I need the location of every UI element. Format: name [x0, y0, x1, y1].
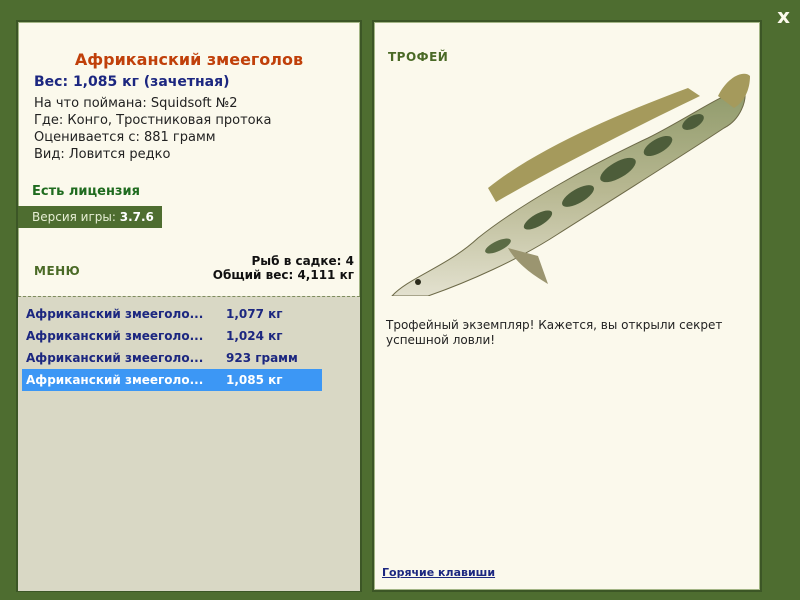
fish-title: Африканский змееголов [74, 50, 304, 69]
catch-row[interactable]: Африканский змееголо... 923 грамм [22, 347, 322, 369]
catch-name: Африканский змееголо... [26, 351, 204, 365]
catch-row[interactable]: Африканский змееголо... 1,077 кг [22, 303, 322, 325]
hotkeys-link[interactable]: Горячие клавиши [382, 566, 495, 579]
catch-stats: Рыб в садке: 4 Общий вес: 4,111 кг [213, 254, 354, 282]
catch-row[interactable]: Африканский змееголо... 1,024 кг [22, 325, 322, 347]
menu-button[interactable]: МЕНЮ [34, 264, 80, 278]
fish-bait: На что поймана: Squidsoft №2 [34, 96, 238, 111]
version-value: 3.7.6 [119, 210, 154, 224]
license-status: Есть лицензия [32, 184, 140, 199]
version-badge: Версия игры: 3.7.6 [18, 206, 162, 228]
fish-estimated: Оценивается с: 881 грамм [34, 130, 216, 145]
catch-list: Африканский змееголо... 1,077 кг Африкан… [18, 296, 360, 591]
total-weight: Общий вес: 4,111 кг [212, 268, 354, 282]
catch-weight: 1,085 кг [226, 373, 283, 387]
fish-rarity: Вид: Ловится редко [34, 147, 171, 162]
snakehead-fish-image [391, 73, 750, 296]
catch-weight: 1,024 кг [226, 329, 283, 343]
fish-info-panel: Африканский змееголов Вес: 1,085 кг (зач… [16, 20, 362, 592]
catch-weight: 1,077 кг [226, 307, 283, 321]
version-label: Версия игры: [32, 210, 116, 224]
fish-location: Где: Конго, Тростниковая протока [34, 113, 272, 128]
fish-count: Рыб в садке: 4 [251, 254, 355, 268]
catch-weight: 923 грамм [226, 351, 298, 365]
catch-name: Африканский змееголо... [26, 329, 204, 343]
catch-row-selected[interactable]: Африканский змееголо... 1,085 кг [22, 369, 322, 391]
trophy-panel: ТРОФЕЙ Трофейный экземпляр! Кажется, вы … [372, 20, 762, 592]
trophy-description: Трофейный экземпляр! Кажется, вы открыли… [386, 318, 723, 347]
fish-weight: Вес: 1,085 кг (зачетная) [34, 74, 230, 90]
catch-name: Африканский змееголо... [26, 373, 204, 387]
close-button[interactable]: x [777, 4, 790, 28]
catch-name: Африканский змееголо... [26, 307, 204, 321]
